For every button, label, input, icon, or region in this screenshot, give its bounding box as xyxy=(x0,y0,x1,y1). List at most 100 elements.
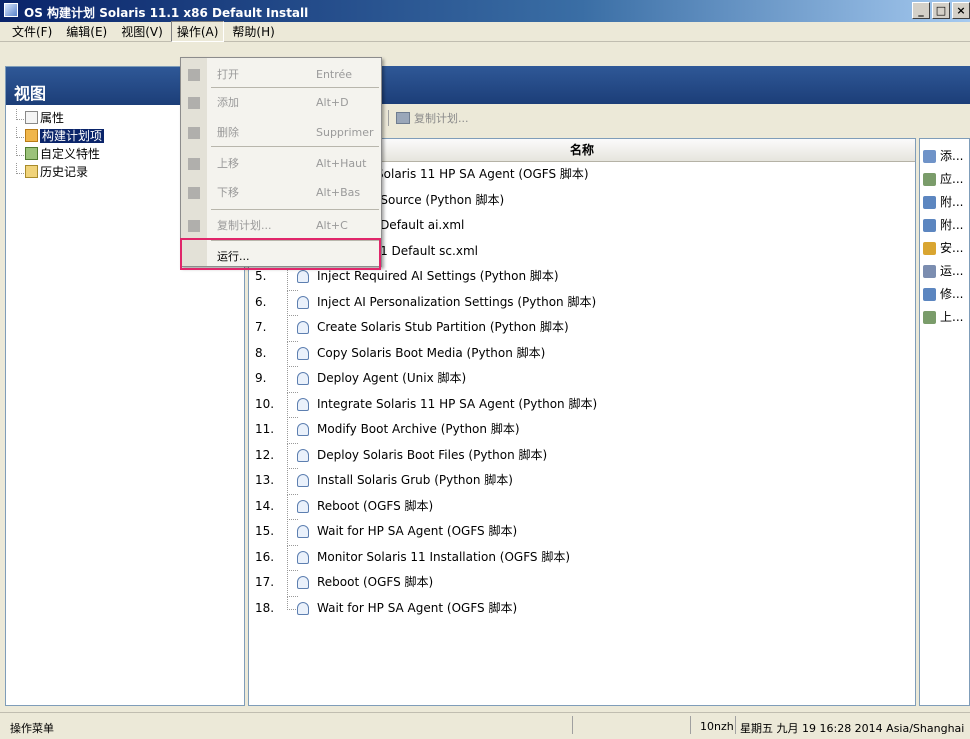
side-action-icon xyxy=(923,219,936,232)
copy-plan-toolbar-button[interactable]: 复制计划... xyxy=(396,110,469,126)
table-row[interactable]: 7. Create Solaris Stub Partition (Python … xyxy=(249,315,915,342)
row-number: 14. xyxy=(255,498,275,513)
row-name: Modify Boot Archive (Python 脚本) xyxy=(317,422,520,436)
menu-item-delete[interactable]: 删除 Supprimer xyxy=(181,122,381,144)
side-action-icon xyxy=(923,173,936,186)
menu-item-open[interactable]: 打开 Entrée xyxy=(181,64,381,86)
script-icon xyxy=(297,270,309,283)
custom-attributes-icon xyxy=(25,147,38,160)
script-icon xyxy=(297,346,309,360)
menu-item-label: 删除 xyxy=(217,126,239,139)
menu-item-move-down[interactable]: 下移 Alt+Bas xyxy=(181,182,381,204)
build-plan-items-icon xyxy=(25,129,38,142)
row-number: 15. xyxy=(255,524,275,538)
status-bar: 操作菜单 10nzh 星期五 九月 19 16:28 2014 Asia/Sha… xyxy=(0,712,970,739)
menu-help[interactable]: 帮助(H) xyxy=(226,21,280,42)
row-name: Install Solaris Grub (Python 脚本) xyxy=(317,473,513,487)
side-action-icon xyxy=(923,242,936,255)
move-down-icon xyxy=(188,187,200,199)
row-name: Integrate Solaris 11 HP SA Agent (Python… xyxy=(317,396,598,411)
menu-separator xyxy=(211,87,379,88)
side-action-item[interactable]: 修... xyxy=(920,283,969,306)
side-action-icon xyxy=(923,311,936,324)
table-row[interactable]: 9. Deploy Agent (Unix 脚本) xyxy=(249,366,915,393)
window-controls: _ □ × xyxy=(912,2,970,19)
script-icon xyxy=(297,372,309,385)
add-icon xyxy=(188,97,200,109)
status-separator xyxy=(690,716,691,734)
side-action-item[interactable]: 附... xyxy=(920,214,969,237)
status-user: 10nzh xyxy=(700,720,734,733)
side-action-label: 安... xyxy=(940,241,964,255)
minimize-button[interactable]: _ xyxy=(912,2,930,19)
side-actions-panel: 添... 应... 附... 附... 安... 运... 修... 上... xyxy=(919,138,970,706)
table-row[interactable]: 12. Deploy Solaris Boot Files (Python 脚本) xyxy=(249,442,915,469)
menu-item-move-up[interactable]: 上移 Alt+Haut xyxy=(181,153,381,175)
menu-view[interactable]: 视图(V) xyxy=(115,21,169,42)
menu-bar: 文件(F) 编辑(E) 视图(V) 操作(A) 帮助(H) xyxy=(0,21,970,42)
menu-item-copy-plan[interactable]: 复制计划... Alt+C xyxy=(181,215,381,237)
side-action-icon xyxy=(923,150,936,163)
table-row[interactable]: 8. Copy Solaris Boot Media (Python 脚本) xyxy=(249,340,915,367)
side-action-item[interactable]: 安... xyxy=(920,237,969,260)
tree-item-label: 历史记录 xyxy=(40,165,89,179)
row-number: 16. xyxy=(255,549,275,564)
row-name: Create Solaris Stub Partition (Python 脚本… xyxy=(317,320,569,334)
maximize-button[interactable]: □ xyxy=(932,2,950,19)
row-name: Monitor Solaris 11 Installation (OGFS 脚本… xyxy=(317,549,571,564)
side-action-label: 附... xyxy=(940,218,964,232)
menu-separator xyxy=(211,146,379,147)
row-number: 10. xyxy=(255,396,275,411)
side-action-item[interactable]: 应... xyxy=(920,168,969,191)
script-icon xyxy=(297,474,309,487)
script-icon xyxy=(297,601,309,615)
script-icon xyxy=(297,321,309,334)
menu-file[interactable]: 文件(F) xyxy=(6,21,58,42)
tree-item-label: 构建计划项 xyxy=(40,129,105,143)
close-button[interactable]: × xyxy=(952,2,970,19)
table-row[interactable]: 16. Monitor Solaris 11 Installation (OGFS… xyxy=(249,544,915,571)
side-action-item[interactable]: 附... xyxy=(920,191,969,214)
move-up-icon xyxy=(188,158,200,170)
menu-item-shortcut: Alt+Bas xyxy=(316,186,361,199)
menu-edit[interactable]: 编辑(E) xyxy=(60,21,113,42)
menu-item-shortcut: Entrée xyxy=(316,68,353,81)
script-icon xyxy=(297,295,309,309)
menu-item-label: 复制计划... xyxy=(217,219,272,232)
status-separator xyxy=(572,716,573,734)
menu-item-add[interactable]: 添加 Alt+D xyxy=(181,92,381,114)
table-row[interactable]: 11. Modify Boot Archive (Python 脚本) xyxy=(249,417,915,444)
table-row[interactable]: 13. Install Solaris Grub (Python 脚本) xyxy=(249,468,915,495)
side-action-label: 附... xyxy=(940,195,964,209)
status-time: 星期五 九月 19 16:28 2014 Asia/Shanghai xyxy=(740,722,965,735)
table-row[interactable]: 6. Inject AI Personalization Settings (Py… xyxy=(249,289,915,316)
side-action-label: 运... xyxy=(940,264,964,278)
row-number: 7. xyxy=(255,320,267,334)
row-name: Wait for HP SA Agent (OGFS 脚本) xyxy=(317,600,518,615)
menu-item-shortcut: Alt+C xyxy=(316,219,348,232)
side-action-item[interactable]: 添... xyxy=(920,145,969,168)
table-row[interactable]: 15. Wait for HP SA Agent (OGFS 脚本) xyxy=(249,519,915,546)
table-row[interactable]: 14. Reboot (OGFS 脚本) xyxy=(249,493,915,520)
row-name: Inject AI Personalization Settings (Pyth… xyxy=(317,294,597,309)
row-name: Reboot (OGFS 脚本) xyxy=(317,575,434,589)
copy-plan-icon xyxy=(188,220,200,232)
script-icon xyxy=(297,525,309,538)
side-action-icon xyxy=(923,265,936,278)
app-icon xyxy=(4,3,18,17)
row-number: 6. xyxy=(255,294,267,309)
side-action-item[interactable]: 运... xyxy=(920,260,969,283)
menu-item-label: 上移 xyxy=(217,157,239,170)
side-action-item[interactable]: 上... xyxy=(920,306,969,329)
open-icon xyxy=(188,69,200,81)
title-bar: OS 构建计划 Solaris 11.1 x86 Default Install… xyxy=(0,0,970,22)
side-actions-list: 添... 应... 附... 附... 安... 运... 修... 上... xyxy=(920,145,969,329)
menu-actions[interactable]: 操作(A) xyxy=(170,21,225,42)
table-row[interactable]: 18. Wait for HP SA Agent (OGFS 脚本) xyxy=(249,595,915,622)
row-number: 11. xyxy=(255,422,275,436)
row-name: Deploy Agent (Unix 脚本) xyxy=(317,371,467,385)
table-row[interactable]: 17. Reboot (OGFS 脚本) xyxy=(249,570,915,597)
table-row[interactable]: 10. Integrate Solaris 11 HP SA Agent (Pyt… xyxy=(249,391,915,418)
menu-item-shortcut: Supprimer xyxy=(316,126,374,139)
menu-item-shortcut: Alt+D xyxy=(316,96,349,109)
